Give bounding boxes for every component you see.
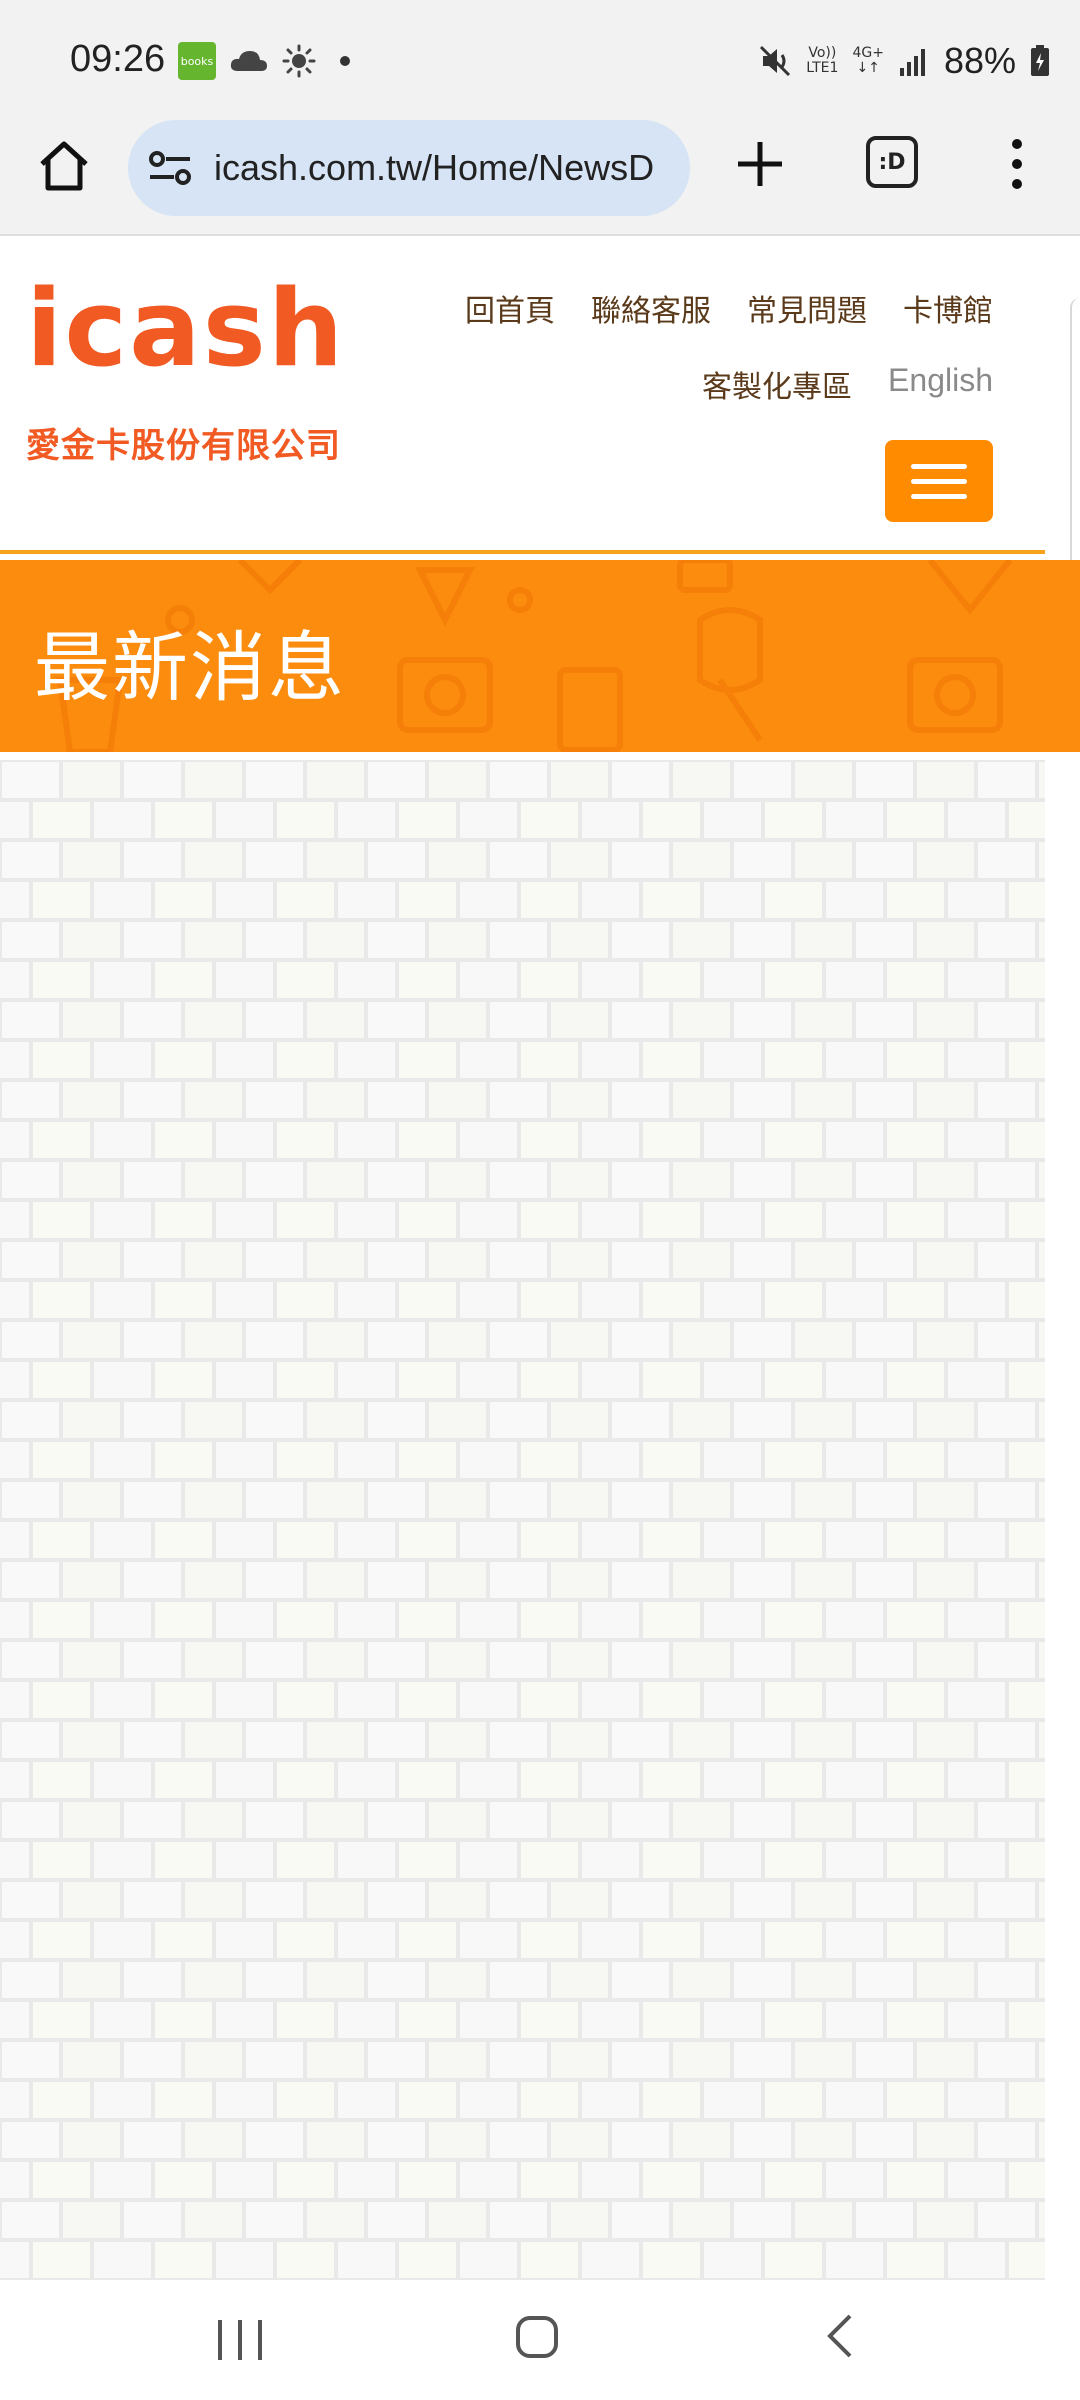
network-4g-icon: 4G+ ↓↑ — [852, 45, 884, 76]
url-text[interactable]: icash.com.tw/Home/NewsD — [214, 147, 674, 189]
mute-icon — [760, 45, 791, 77]
volte-icon: Vo)) LTE1 — [806, 45, 839, 76]
books-app-icon: books — [178, 42, 216, 80]
top-nav-row-1: 回首頁 聯絡客服 常見問題 卡博館 — [465, 286, 993, 330]
page-title: 最新消息 — [34, 623, 346, 712]
icash-logo[interactable]: icash 愛金卡股份有限公司 — [26, 267, 384, 467]
system-navigation-bar — [0, 2280, 1080, 2400]
hamburger-line — [911, 478, 967, 484]
nav-link-customer-service[interactable]: 聯絡客服 — [591, 286, 711, 330]
status-bar: 09:26 books Vo)) LTE1 4G+ ↓↑ 88% — [0, 0, 1080, 120]
logo-company-name: 愛金卡股份有限公司 — [26, 426, 341, 466]
tab-switcher-button[interactable]: :D — [866, 136, 918, 188]
new-tab-plus-icon[interactable] — [732, 136, 788, 192]
logo-wordmark: icash — [26, 267, 346, 390]
site-header: icash 愛金卡股份有限公司 回首頁 聯絡客服 常見問題 卡博館 客製化專區 … — [0, 238, 1045, 556]
hamburger-menu-button[interactable] — [885, 440, 993, 522]
address-bar[interactable]: icash.com.tw/Home/NewsD — [128, 120, 690, 216]
hamburger-line — [911, 463, 967, 469]
nav-link-english[interactable]: English — [888, 362, 993, 406]
page-banner: 最新消息 — [0, 560, 1080, 752]
status-time: 09:26 — [70, 38, 166, 80]
nav-link-card-museum[interactable]: 卡博館 — [903, 286, 993, 330]
more-menu-icon[interactable] — [1002, 136, 1032, 192]
signal-icon — [899, 49, 925, 76]
header-divider — [0, 550, 1045, 554]
nav-link-home[interactable]: 回首頁 — [465, 286, 555, 330]
browser-toolbar: icash.com.tw/Home/NewsD :D — [0, 120, 1080, 236]
notification-dot-icon — [340, 56, 350, 66]
cloud-icon — [230, 51, 267, 71]
nav-link-faq[interactable]: 常見問題 — [747, 286, 867, 330]
site-settings-icon[interactable] — [148, 150, 192, 186]
home-button-icon[interactable] — [514, 2310, 560, 2362]
status-icons-right: Vo)) LTE1 4G+ ↓↑ 88% — [758, 40, 1050, 82]
status-icons-left: books — [178, 42, 350, 80]
top-nav-row-2: 客製化專區 English — [702, 362, 993, 406]
battery-icon — [1031, 45, 1049, 76]
back-icon[interactable] — [820, 2310, 860, 2362]
hamburger-line — [911, 493, 967, 499]
home-icon[interactable] — [34, 136, 94, 196]
nav-link-custom-zone[interactable]: 客製化專區 — [702, 362, 852, 406]
recent-apps-icon[interactable] — [210, 2314, 270, 2366]
sun-icon — [282, 44, 316, 78]
brick-background — [0, 760, 1045, 2280]
battery-percent: 88% — [943, 40, 1016, 81]
